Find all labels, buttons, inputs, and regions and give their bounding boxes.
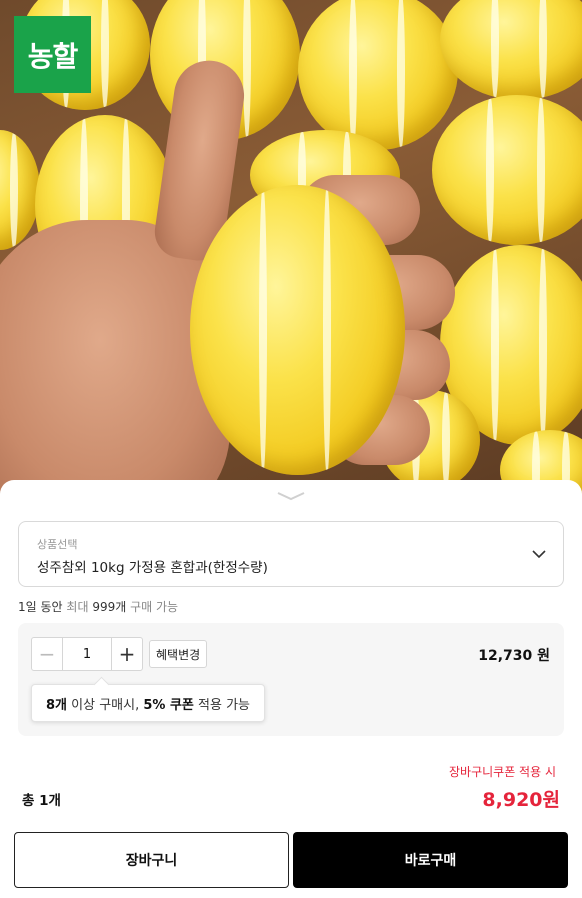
limit-suffix: 구매 가능 [130,600,179,614]
total-count: 총 1개 [22,793,61,809]
limit-prefix: 1일 동안 [18,600,63,614]
tooltip-qty: 8개 [46,697,68,713]
purchase-limit: 1일 동안 최대 999개 구매 가능 [18,598,178,615]
product-select-label: 상품선택 [37,538,78,551]
limit-mid: 최대 [66,600,89,614]
melon-decor [0,130,40,250]
coupon-tooltip: 8개 이상 구매시, 5% 쿠폰 적용 가능 [31,684,265,722]
limit-count: 999개 [92,600,127,614]
buy-now-button[interactable]: 바로구매 [293,832,568,888]
product-image: 농할 [0,0,582,500]
coupon-note: 장바구니쿠폰 적용 시 [449,765,556,779]
held-melon-decor [190,185,405,475]
quantity-stepper: − 1 + [31,637,143,671]
product-select-value: 성주참외 10kg 가정용 혼합과(한정수량) [37,560,268,576]
option-price: 12,730 원 [478,648,550,664]
increase-button[interactable]: + [112,638,142,670]
decrease-button[interactable]: − [32,638,62,670]
final-price: 8,920원 [482,789,560,811]
sheet-handle-icon[interactable] [276,490,306,502]
tooltip-text1: 이상 구매시, [67,697,144,713]
chevron-down-icon [532,550,546,559]
add-to-cart-button[interactable]: 장바구니 [14,832,289,888]
tooltip-text2: 적용 가능 [193,697,250,713]
melon-decor [298,0,458,150]
quantity-value[interactable]: 1 [62,638,112,670]
melon-decor [432,95,582,245]
brand-logo: 농할 [14,16,91,93]
selected-option-panel: − 1 + 혜택변경 12,730 원 8개 이상 구매시, 5% 쿠폰 적용 … [18,623,564,736]
tooltip-pct: 5% 쿠폰 [143,697,194,713]
product-select[interactable]: 상품선택 성주참외 10kg 가정용 혼합과(한정수량) [18,521,564,587]
melon-decor [440,0,582,100]
change-benefit-button[interactable]: 혜택변경 [149,640,208,668]
option-sheet: 상품선택 성주참외 10kg 가정용 혼합과(한정수량) 1일 동안 최대 99… [0,480,582,898]
